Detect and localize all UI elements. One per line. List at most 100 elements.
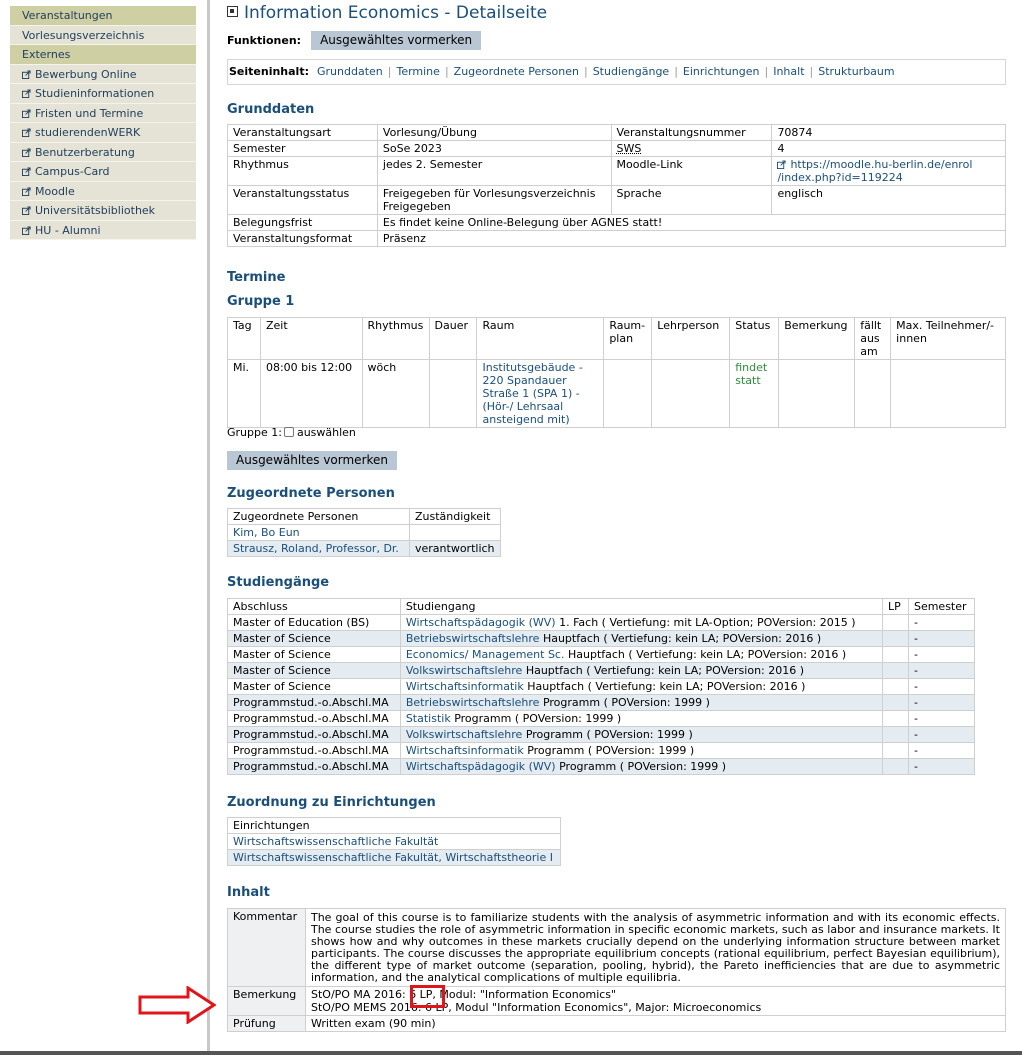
page-contents-link[interactable]: Grunddaten — [317, 65, 383, 78]
studiengang-row: Master of Science Wirtschaftsinformatik H… — [227, 678, 976, 695]
page-contents-link[interactable]: Zugeordnete Personen — [454, 65, 579, 78]
reserve-selected-button[interactable]: Ausgewähltes vormerken — [227, 451, 398, 470]
studiengang-details: Programm ( POVersion: 1999 ) — [522, 728, 693, 741]
sprache-value: englisch — [771, 185, 1006, 215]
semester-cell: - — [907, 742, 976, 759]
einrichtung-cell: Wirtschaftswissenschaftliche Fakultät, W… — [227, 849, 561, 866]
sprache-label: Sprache — [610, 185, 773, 215]
person-link[interactable]: Kim, Bo Eun — [233, 526, 300, 539]
semester-cell: - — [907, 614, 976, 631]
page-contents-link[interactable]: Termine — [396, 65, 439, 78]
sidebar-item[interactable]: studierendenWERK — [10, 123, 196, 143]
moodle-link[interactable]: https://moodle.hu-berlin.de/enrol/index.… — [777, 158, 972, 184]
personen-table: Zugeordnete Personen Zuständigkeit Kim, … — [227, 508, 501, 557]
veranstaltungsnummer-value: 70874 — [771, 124, 1006, 141]
einrichtung-link[interactable]: Wirtschaftswissenschaftliche Fakultät, W… — [233, 851, 553, 864]
sidebar-item[interactable]: Benutzerberatung — [10, 142, 196, 162]
person-link[interactable]: Strausz, Roland, Professor, Dr. — [233, 542, 399, 555]
raum-line1: Institutsgebäude - — [482, 361, 583, 374]
grunddaten-row: Rhythmus jedes 2. Semester Moodle-Link h… — [227, 156, 1006, 186]
sidebar-item-label: Moodle — [35, 184, 75, 198]
semester-cell: - — [907, 694, 976, 711]
page-contents-link[interactable]: Studiengänge — [593, 65, 670, 78]
lp-cell — [881, 678, 909, 695]
studiengang-link[interactable]: Volkswirtschaftslehre — [406, 728, 523, 741]
termine-column-header: Lehrperson — [651, 317, 731, 360]
abschluss-cell: Master of Science — [227, 662, 401, 679]
studiengang-link[interactable]: Betriebswirtschaftslehre — [406, 632, 540, 645]
sidebar-item[interactable]: Externes — [10, 45, 196, 65]
status-line2: Freigegeben — [382, 200, 451, 213]
person-cell: Strausz, Roland, Professor, Dr. — [227, 540, 410, 557]
studiengang-row: Master of Science Economics/ Management S… — [227, 646, 976, 663]
raumplan-cell — [603, 359, 653, 428]
studiengang-cell: Wirtschaftspädagogik (WV) Programm ( POV… — [399, 758, 883, 775]
semester-label: Semester — [227, 140, 378, 157]
page-contents-link[interactable]: Inhalt — [773, 65, 804, 78]
studiengang-row: Master of Science Volkswirtschaftslehre H… — [227, 662, 976, 679]
abschluss-cell: Master of Science — [227, 678, 401, 695]
sidebar-item[interactable]: Vorlesungsverzeichnis — [10, 25, 196, 45]
studiengang-link[interactable]: Statistik — [406, 712, 451, 725]
einrichtung-link[interactable]: Wirtschaftswissenschaftliche Fakultät — [233, 835, 438, 848]
functions-label: Funktionen: — [227, 34, 302, 47]
group-select-row: Gruppe 1: auswählen — [227, 426, 356, 439]
sidebar-item[interactable]: Campus-Card — [10, 162, 196, 182]
studiengang-link[interactable]: Economics/ Management Sc. — [406, 648, 565, 661]
kommentar-label: Kommentar — [227, 908, 306, 987]
status-line1: Freigegeben für Vorlesungsverzeichnis — [382, 187, 596, 200]
sidebar-item[interactable]: Bewerbung Online — [10, 64, 196, 84]
termine-column-header: Bemerkung — [778, 317, 856, 360]
sidebar-item[interactable]: Moodle — [10, 181, 196, 201]
semester-cell: - — [907, 678, 976, 695]
group-select-checkbox[interactable] — [283, 427, 294, 437]
bemerkung-line1: StO/PO MA 2016: 6 LP, Modul: "Informatio… — [310, 987, 617, 1001]
studiengang-details: Programm ( POVersion: 1999 ) — [555, 760, 727, 773]
studiengang-cell: Betriebswirtschaftslehre Hauptfach ( Ver… — [399, 630, 883, 647]
studiengang-cell: Wirtschaftspädagogik (WV) 1. Fach ( Vert… — [399, 614, 883, 631]
page-contents-link[interactable]: Strukturbaum — [818, 65, 894, 78]
studiengang-link[interactable]: Wirtschaftspädagogik (WV) — [406, 616, 556, 629]
lehrperson-cell — [651, 359, 731, 428]
zeit-cell: 08:00 bis 12:00 — [259, 359, 363, 428]
sidebar-item[interactable]: HU - Alumni — [10, 220, 196, 240]
sidebar-item-label: Externes — [22, 48, 71, 61]
studiengang-details: Hauptfach ( Vertiefung: kein LA; POVersi… — [564, 648, 847, 661]
sidebar-item[interactable]: Veranstaltungen — [10, 6, 196, 26]
person-cell: Kim, Bo Eun — [227, 524, 410, 541]
studiengang-row: Programmstud.-o.Abschl.MA Volkswirtschaft… — [227, 726, 976, 743]
grunddaten-heading: Grunddaten — [227, 102, 315, 117]
page-icon — [227, 6, 238, 17]
personen-col-person: Zugeordnete Personen — [227, 508, 410, 525]
termine-column-header: Tag — [227, 317, 261, 360]
raum-link[interactable]: Institutsgebäude -220 Spandauer Straße 1 … — [482, 361, 582, 426]
grunddaten-row: Veranstaltungsstatus Freigegeben für Vor… — [227, 185, 1006, 215]
termine-heading: Termine — [227, 270, 286, 285]
kommentar-row: Kommentar The goal of this course is to … — [227, 908, 1007, 987]
studiengang-link[interactable]: Wirtschaftsinformatik — [406, 744, 524, 757]
studiengang-row: Programmstud.-o.Abschl.MA Betriebswirtsch… — [227, 694, 976, 711]
studiengang-cell: Statistik Programm ( POVersion: 1999 ) — [399, 710, 883, 727]
studiengang-cell: Wirtschaftsinformatik Hauptfach ( Vertie… — [399, 678, 883, 695]
reserve-selected-button-top[interactable]: Ausgewähltes vormerken — [311, 31, 482, 50]
sidebar-item[interactable]: Universitätsbibliothek — [10, 201, 196, 221]
external-link-icon — [22, 89, 31, 98]
studiengang-link[interactable]: Betriebswirtschaftslehre — [406, 696, 540, 709]
lp-cell — [881, 726, 909, 743]
studiengang-link[interactable]: Volkswirtschaftslehre — [406, 664, 523, 677]
moodle-link-line2: /index.php?id=119224 — [777, 171, 903, 184]
studiengaenge-heading: Studiengänge — [227, 575, 330, 590]
sidebar-item[interactable]: Fristen und Termine — [10, 103, 196, 123]
einrichtung-row: Wirtschaftswissenschaftliche Fakultät — [227, 833, 561, 850]
pruefung-text: Written exam (90 min) — [304, 1014, 1007, 1032]
termine-column-header: fällt aus am — [854, 317, 892, 360]
studiengang-link[interactable]: Wirtschaftsinformatik — [406, 680, 524, 693]
page-contents-bar: Seiteninhalt: Grunddaten | Termine | Zugeordn… — [227, 59, 1006, 85]
status-text-line1: findet — [735, 361, 768, 374]
studiengang-link[interactable]: Wirtschaftspädagogik (WV) — [406, 760, 556, 773]
grunddaten-row: Veranstaltungsart Vorlesung/Übung Verans… — [227, 124, 1006, 141]
page-contents-link[interactable]: Einrichtungen — [683, 65, 760, 78]
sidebar-item[interactable]: Studieninformationen — [10, 84, 196, 104]
semester-cell: - — [907, 662, 976, 679]
abschluss-cell: Master of Education (BS) — [227, 614, 401, 631]
